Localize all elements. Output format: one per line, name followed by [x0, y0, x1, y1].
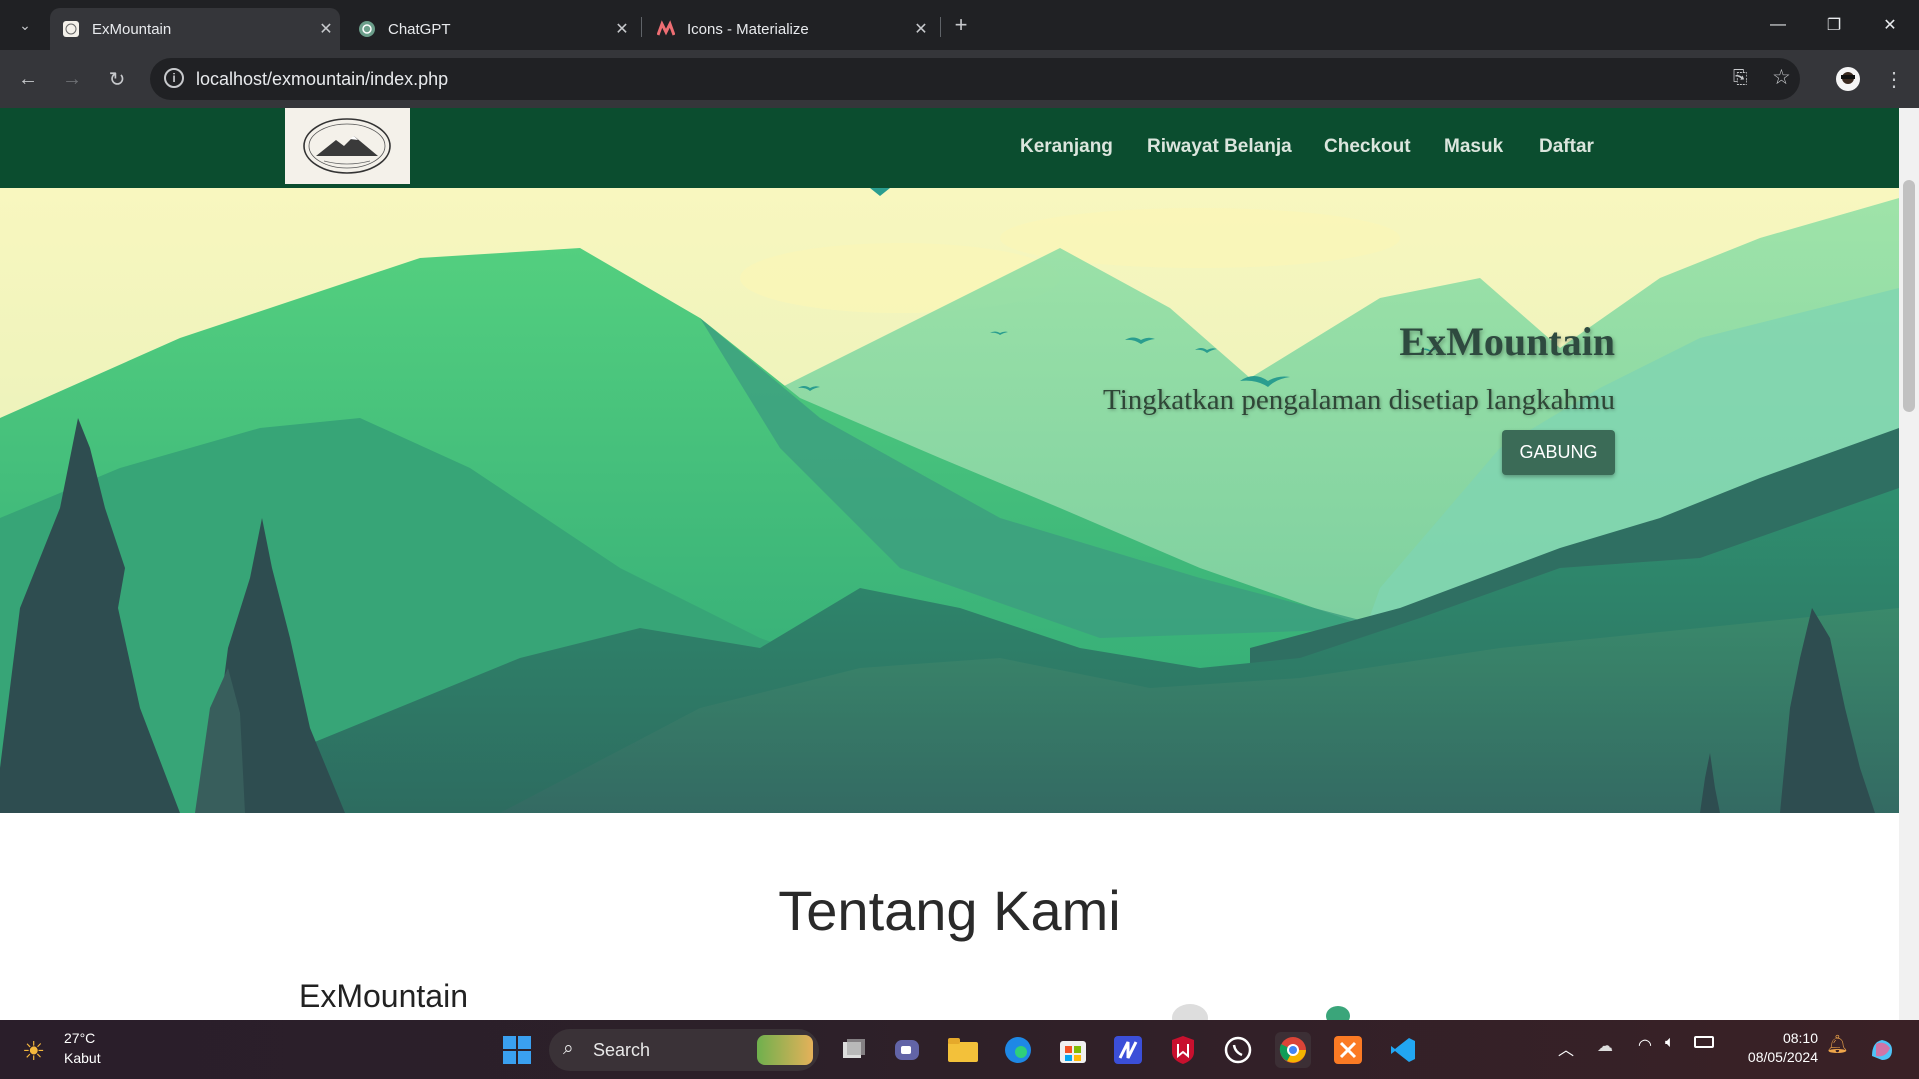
nav-daftar[interactable]: Daftar — [1539, 136, 1594, 158]
onedrive-icon[interactable]: ☁ — [1597, 1036, 1613, 1056]
profile-avatar-icon[interactable] — [1833, 64, 1863, 94]
site-info-icon[interactable]: i — [164, 68, 184, 88]
reload-icon[interactable]: ↻ — [102, 64, 132, 94]
restore-icon[interactable]: ❐ — [1811, 8, 1857, 42]
xampp-icon[interactable] — [1330, 1032, 1366, 1068]
task-view-icon[interactable] — [836, 1032, 872, 1068]
tab-materialize[interactable]: Icons - Materialize ✕ — [645, 8, 935, 50]
weather-temperature: 27°C — [64, 1030, 96, 1046]
scrollbar-thumb[interactable] — [1903, 180, 1915, 412]
close-tab-icon[interactable]: ✕ — [312, 19, 340, 39]
hero-subtitle: Tingkatkan pengalaman disetiap langkahmu — [1103, 384, 1615, 416]
nav-checkout[interactable]: Checkout — [1324, 136, 1411, 158]
bookmark-star-icon[interactable]: ☆ — [1772, 65, 1791, 90]
wifi-icon[interactable]: ◠ — [1638, 1035, 1652, 1055]
file-explorer-icon[interactable] — [945, 1032, 981, 1068]
hero-title: ExMountain — [1399, 319, 1615, 364]
copilot-icon[interactable] — [1864, 1032, 1900, 1068]
search-highlight-icon — [757, 1035, 813, 1065]
browser-menu-icon[interactable]: ⋮ — [1879, 64, 1909, 94]
teams-chat-icon[interactable] — [890, 1032, 926, 1068]
nav-keranjang[interactable]: Keranjang — [1020, 136, 1113, 158]
new-tab-icon[interactable]: + — [946, 10, 976, 40]
system-clock[interactable]: 08:10 08/05/2024 — [1738, 1030, 1818, 1065]
chrome-icon[interactable] — [1275, 1032, 1311, 1068]
tab-separator — [940, 17, 941, 37]
translate-icon[interactable]: ⎘ — [1733, 67, 1747, 88]
close-tab-icon[interactable]: ✕ — [907, 19, 935, 39]
back-icon[interactable]: ← — [13, 64, 43, 94]
windows-taskbar: ☀ 27°C Kabut ⌕ Search ︿ ☁ ◠ 🔈︎ 08:10 08/… — [0, 1020, 1919, 1079]
tab-title: ChatGPT — [388, 20, 451, 38]
whatsapp-icon[interactable] — [1220, 1032, 1256, 1068]
search-placeholder: Search — [593, 1040, 651, 1060]
tab-title: Icons - Materialize — [687, 20, 809, 38]
tab-separator — [641, 17, 642, 37]
volume-icon[interactable]: 🔈︎ — [1665, 1034, 1675, 1052]
taskbar-search-input[interactable]: ⌕ Search — [549, 1029, 819, 1071]
weather-description: Kabut — [64, 1050, 101, 1066]
microsoft-store-icon[interactable] — [1055, 1032, 1091, 1068]
page-scrollbar[interactable] — [1899, 108, 1919, 1020]
about-illustration-partial — [1172, 1004, 1350, 1020]
powerautomate-icon[interactable] — [1110, 1032, 1146, 1068]
weather-sun-icon: ☀ — [22, 1036, 46, 1066]
join-button[interactable]: GABUNG — [1502, 430, 1615, 475]
site-navbar: Keranjang Riwayat Belanja Checkout Masuk… — [0, 108, 1899, 188]
clock-date: 08/05/2024 — [1747, 1049, 1818, 1065]
logo-mountain-icon — [303, 118, 391, 174]
tab-exmountain[interactable]: ExMountain ✕ — [50, 8, 340, 50]
minimize-icon[interactable]: — — [1755, 8, 1801, 42]
show-hidden-icons-icon[interactable]: ︿ — [1558, 1036, 1574, 1060]
page-viewport: Keranjang Riwayat Belanja Checkout Masuk… — [0, 108, 1899, 1020]
hero-section: ExMountain Tingkatkan pengalaman disetia… — [0, 188, 1899, 813]
about-section-title: Tentang Kami — [778, 879, 1121, 942]
materialize-favicon-icon — [657, 20, 675, 38]
close-tab-icon[interactable]: ✕ — [608, 19, 636, 39]
nav-masuk[interactable]: Masuk — [1444, 136, 1503, 158]
tab-chatgpt[interactable]: ChatGPT ✕ — [346, 8, 636, 50]
battery-icon[interactable] — [1694, 1036, 1714, 1048]
browser-toolbar: ← → ↻ i localhost/exmountain/index.php ⎘… — [0, 50, 1919, 108]
vscode-icon[interactable] — [1385, 1032, 1421, 1068]
url-text: localhost/exmountain/index.php — [196, 69, 449, 89]
clock-time: 08:10 — [1782, 1030, 1818, 1046]
exmountain-favicon-icon — [62, 20, 80, 38]
tab-search-icon[interactable]: ⌄ — [10, 10, 40, 40]
nav-riwayat-belanja[interactable]: Riwayat Belanja — [1147, 136, 1292, 158]
mcafee-icon[interactable] — [1165, 1032, 1201, 1068]
notification-bell-icon[interactable]: 🔔︎ — [1826, 1034, 1849, 1055]
site-logo[interactable] — [285, 108, 410, 184]
browser-tab-strip: ⌄ ExMountain ✕ ChatGPT ✕ Icons - Materia… — [0, 0, 1919, 50]
search-icon: ⌕ — [563, 1038, 574, 1059]
forward-icon[interactable]: → — [57, 64, 87, 94]
close-window-icon[interactable]: ✕ — [1867, 8, 1913, 42]
mountain-landscape-illustration — [0, 188, 1899, 813]
chatgpt-favicon-icon — [358, 20, 376, 38]
windows-start-icon[interactable] — [499, 1032, 535, 1068]
address-bar[interactable]: i localhost/exmountain/index.php ⎘ ☆ — [150, 58, 1800, 100]
tab-title: ExMountain — [92, 20, 172, 38]
edge-browser-icon[interactable] — [1000, 1032, 1036, 1068]
about-subtitle: ExMountain — [299, 978, 468, 1014]
